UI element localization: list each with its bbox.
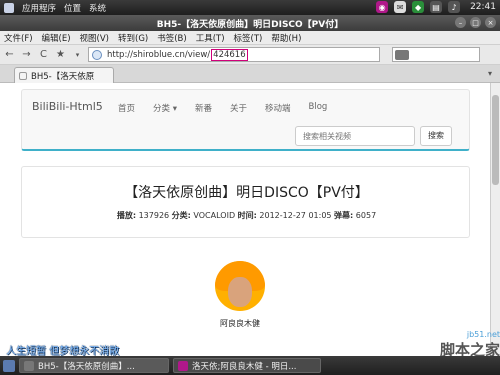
tab-list-icon[interactable]: ▾ [488, 69, 492, 78]
chat-icon[interactable]: ◆ [412, 1, 425, 13]
browser-icon [24, 360, 34, 371]
music-player-icon[interactable]: ◉ [376, 1, 389, 13]
network-icon[interactable]: ▤ [430, 1, 443, 13]
taskbar-item-player[interactable]: 洛天依;阿良良木健 - 明日... [173, 358, 321, 373]
page-content: BiliBili-Html5 首页 分类 ▾ 新番 关于 移动端 Blog 搜索… [0, 83, 490, 356]
back-icon[interactable]: ← [3, 48, 16, 61]
plays-label: 播放: [116, 211, 137, 220]
menu-bookmarks[interactable]: 书签(B) [157, 32, 186, 44]
browser-menubar: 文件(F) 编辑(E) 视图(V) 转到(G) 书签(B) 工具(T) 标签(T… [0, 31, 500, 45]
vertical-scrollbar[interactable] [490, 83, 500, 356]
window-titlebar[interactable]: BH5-【洛天依原创曲】明日DISCO【PV付】 – □ × [0, 15, 500, 31]
tab-bar: BH5-【洛天依原 ▾ [0, 65, 500, 83]
menu-tabs[interactable]: 标签(T) [234, 32, 263, 44]
menu-file[interactable]: 文件(F) [4, 32, 33, 44]
nav-home[interactable]: 首页 [118, 102, 135, 114]
search-engine-box[interactable] [392, 47, 480, 62]
time-label: 时间: [237, 211, 257, 220]
watermark-url: jb51.net [466, 330, 500, 339]
menu-system[interactable]: 系统 [89, 2, 106, 14]
video-info-panel: 【洛天依原创曲】明日DISCO【PV付】 播放: 137926 分类: VOCA… [21, 166, 470, 238]
volume-icon[interactable]: ♪ [448, 1, 461, 13]
search-button[interactable]: 搜索 [420, 126, 452, 146]
danmaku-count: 6057 [355, 211, 377, 220]
danmaku-label: 弹幕: [334, 211, 354, 220]
taskbar-item-label: BH5-【洛天依原创曲】... [38, 361, 135, 372]
taskbar: BH5-【洛天依原创曲】... 洛天依;阿良良木健 - 明日... [0, 356, 500, 375]
nav-about[interactable]: 关于 [230, 102, 247, 114]
video-meta: 播放: 137926 分类: VOCALOID 时间: 2012-12-27 0… [22, 210, 471, 221]
navigation-toolbar: ← → C ★ ▾ http://shiroblue.cn/view/42461… [0, 45, 500, 65]
url-video-id: 424616 [211, 48, 248, 61]
bookmark-star-icon[interactable]: ★ [54, 48, 67, 61]
clock[interactable]: 22:41 [470, 2, 496, 12]
video-title: 【洛天依原创曲】明日DISCO【PV付】 [124, 185, 369, 201]
nav-categories[interactable]: 分类 ▾ [153, 102, 177, 114]
scrollbar-thumb[interactable] [492, 95, 499, 185]
reload-icon[interactable]: C [37, 48, 50, 61]
dropdown-icon[interactable]: ▾ [71, 48, 84, 61]
category-value: VOCALOID [193, 211, 236, 220]
system-top-panel: 应用程序 位置 系统 ◉ ✉ ◆ ▤ ♪ 22:41 [0, 0, 500, 15]
email-icon[interactable]: ✉ [394, 1, 407, 13]
app-launcher-icon[interactable] [4, 2, 14, 13]
category-label: 分类: [171, 211, 191, 220]
url-prefix: http://shiroblue.cn/view/ [107, 49, 211, 60]
taskbar-item-browser[interactable]: BH5-【洛天依原创曲】... [19, 358, 169, 373]
menu-view[interactable]: 视图(V) [80, 32, 109, 44]
nav-new-anime[interactable]: 新番 [195, 102, 212, 114]
plays-count: 137926 [138, 211, 170, 220]
close-icon[interactable]: × [485, 17, 496, 28]
menu-places[interactable]: 位置 [64, 2, 81, 14]
menu-help[interactable]: 帮助(H) [271, 32, 301, 44]
system-tray: ◉ ✉ ◆ ▤ ♪ 22:41 [376, 1, 496, 13]
site-navbar: BiliBili-Html5 首页 分类 ▾ 新番 关于 移动端 Blog 搜索 [21, 89, 470, 151]
minimize-icon[interactable]: – [455, 17, 466, 28]
search-engine-icon[interactable] [395, 50, 409, 60]
video-search-input[interactable] [295, 126, 415, 146]
nav-mobile[interactable]: 移动端 [265, 102, 291, 114]
watermark: jb51.net 脚本之家 [418, 330, 500, 359]
maximize-icon[interactable]: □ [470, 17, 481, 28]
menu-go[interactable]: 转到(G) [118, 32, 148, 44]
tab-label: BH5-【洛天依原 [31, 71, 95, 82]
menu-edit[interactable]: 编辑(E) [42, 32, 71, 44]
show-desktop-icon[interactable] [3, 359, 15, 372]
author-name[interactable]: 阿良良木健 [190, 318, 290, 329]
menu-tools[interactable]: 工具(T) [196, 32, 225, 44]
forward-icon[interactable]: → [20, 48, 33, 61]
menu-applications[interactable]: 应用程序 [22, 2, 56, 14]
player-icon [178, 360, 188, 371]
site-brand[interactable]: BiliBili-Html5 [32, 100, 103, 113]
url-bar[interactable]: http://shiroblue.cn/view/424616 [88, 47, 380, 62]
globe-icon [92, 50, 102, 60]
tab-current[interactable]: BH5-【洛天依原 [14, 67, 114, 83]
page-icon [19, 72, 27, 80]
taskbar-item-label: 洛天依;阿良良木健 - 明日... [192, 361, 297, 372]
window-title: BH5-【洛天依原创曲】明日DISCO【PV付】 [156, 19, 344, 30]
nav-blog[interactable]: Blog [309, 102, 328, 114]
author-avatar[interactable] [215, 261, 265, 311]
time-value: 2012-12-27 01:05 [259, 211, 332, 220]
lyric-overlay: 人生短暂 但梦想永不消散 [6, 346, 120, 357]
